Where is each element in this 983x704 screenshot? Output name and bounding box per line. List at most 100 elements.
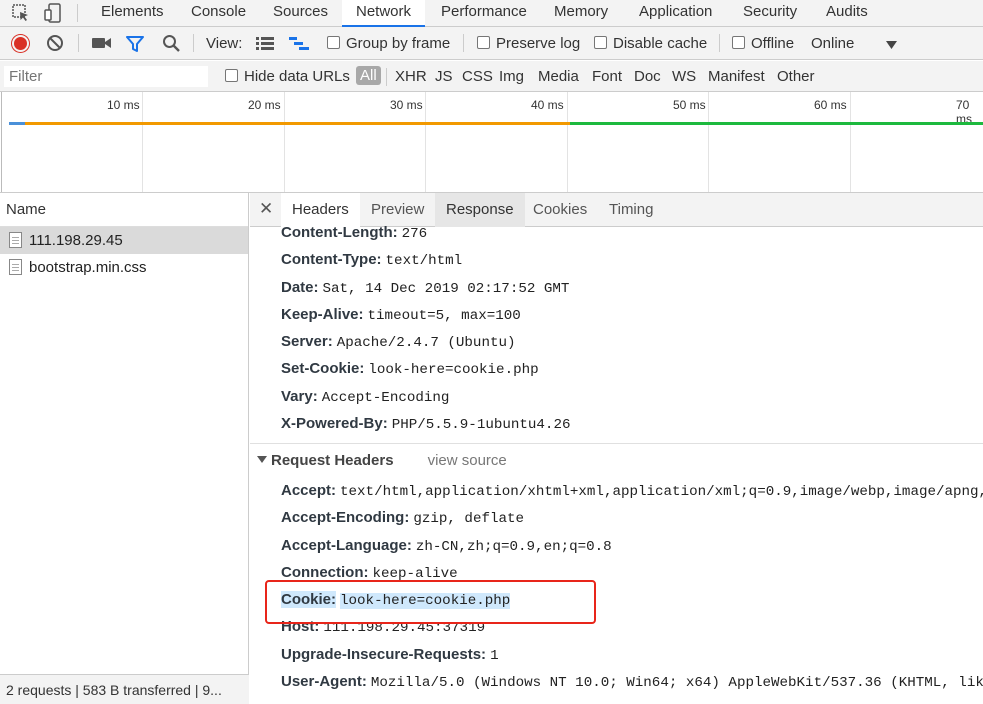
status-bar: 2 requests | 583 B transferred | 9... bbox=[0, 674, 249, 704]
filter-type-img[interactable]: Img bbox=[499, 68, 524, 85]
tab-security[interactable]: Security bbox=[739, 0, 801, 27]
tab-audits[interactable]: Audits bbox=[822, 0, 872, 27]
inspect-element-icon[interactable] bbox=[10, 2, 32, 24]
offline-checkbox[interactable]: Offline bbox=[732, 35, 794, 52]
response-header-row[interactable]: Keep-Alive: timeout=5, max=100 bbox=[281, 306, 521, 330]
timeline-tick: 40 ms bbox=[531, 98, 564, 112]
response-header-row[interactable]: Date: Sat, 14 Dec 2019 02:17:52 GMT bbox=[281, 279, 569, 303]
timeline-tick: 50 ms bbox=[673, 98, 706, 112]
header-name: X-Powered-By: bbox=[281, 415, 388, 432]
response-header-row[interactable]: X-Powered-By: PHP/5.5.9-1ubuntu4.26 bbox=[281, 415, 570, 439]
name-column-header[interactable]: Name bbox=[0, 193, 248, 227]
header-value: gzip, deflate bbox=[413, 511, 525, 527]
request-headers-section-header[interactable]: Request Headers view source bbox=[257, 452, 507, 469]
chevron-down-icon[interactable] bbox=[886, 37, 897, 54]
requests-panel: Name 111.198.29.45 bootstrap.min.css bbox=[0, 193, 249, 704]
request-header-row[interactable]: Upgrade-Insecure-Requests: 1 bbox=[281, 646, 499, 670]
filter-type-ws[interactable]: WS bbox=[672, 68, 696, 85]
search-icon[interactable] bbox=[162, 34, 181, 57]
large-request-rows-icon[interactable] bbox=[256, 37, 274, 54]
request-header-row[interactable]: Accept: text/html,application/xhtml+xml,a… bbox=[281, 482, 983, 506]
header-value: 276 bbox=[401, 226, 428, 242]
divider bbox=[193, 34, 194, 52]
grid-line bbox=[850, 92, 851, 192]
clear-icon[interactable] bbox=[46, 34, 64, 56]
header-name: Accept-Language: bbox=[281, 537, 412, 554]
divider bbox=[77, 4, 78, 22]
waterfall-overview-icon[interactable] bbox=[289, 37, 309, 55]
response-header-row[interactable]: Content-Length: 276 bbox=[281, 224, 427, 248]
filter-type-font[interactable]: Font bbox=[592, 68, 622, 85]
checkbox-box[interactable] bbox=[327, 36, 340, 49]
request-header-row[interactable]: Accept-Language: zh-CN,zh;q=0.9,en;q=0.8 bbox=[281, 537, 612, 561]
close-icon[interactable]: ✕ bbox=[259, 199, 273, 219]
checkbox-box[interactable] bbox=[477, 36, 490, 49]
tab-performance[interactable]: Performance bbox=[437, 0, 531, 27]
request-header-row[interactable]: Accept-Encoding: gzip, deflate bbox=[281, 509, 524, 533]
tab-cookies[interactable]: Cookies bbox=[522, 193, 598, 227]
header-name: Keep-Alive: bbox=[281, 306, 364, 323]
throttling-select[interactable]: Online bbox=[811, 35, 854, 52]
tab-network[interactable]: Network bbox=[342, 0, 426, 27]
preserve-log-label: Preserve log bbox=[496, 35, 581, 52]
checkbox-box[interactable] bbox=[732, 36, 745, 49]
header-name: Date: bbox=[281, 279, 319, 296]
filter-bar: Hide data URLs All XHR JS CSS Img Media … bbox=[0, 61, 983, 92]
timeline-bar-queue bbox=[9, 122, 25, 125]
header-name: User-Agent: bbox=[281, 673, 367, 690]
header-value: timeout=5, max=100 bbox=[367, 308, 521, 324]
tab-response[interactable]: Response bbox=[435, 193, 525, 227]
tab-application[interactable]: Application bbox=[635, 0, 716, 27]
section-divider bbox=[250, 443, 983, 444]
view-source-link[interactable]: view source bbox=[428, 452, 507, 469]
header-value: zh-CN,zh;q=0.9,en;q=0.8 bbox=[415, 539, 612, 555]
preserve-log-checkbox[interactable]: Preserve log bbox=[477, 35, 580, 52]
group-by-frame-checkbox[interactable]: Group by frame bbox=[327, 35, 450, 52]
header-value: Sat, 14 Dec 2019 02:17:52 GMT bbox=[322, 281, 570, 297]
tab-headers[interactable]: Headers bbox=[281, 193, 360, 227]
tab-memory[interactable]: Memory bbox=[550, 0, 612, 27]
tab-elements[interactable]: Elements bbox=[97, 0, 168, 27]
divider bbox=[719, 34, 720, 52]
grid-line bbox=[567, 92, 568, 192]
filter-type-js[interactable]: JS bbox=[435, 68, 453, 85]
request-header-row[interactable]: User-Agent: Mozilla/5.0 (Windows NT 10.0;… bbox=[281, 673, 983, 697]
filter-type-css[interactable]: CSS bbox=[462, 68, 493, 85]
request-row[interactable]: 111.198.29.45 bbox=[0, 227, 248, 254]
filter-type-all[interactable]: All bbox=[356, 66, 381, 85]
header-value: PHP/5.5.9-1ubuntu4.26 bbox=[391, 417, 571, 433]
device-toolbar-icon[interactable] bbox=[43, 2, 65, 24]
timeline-overview[interactable]: 10 ms 20 ms 30 ms 40 ms 50 ms 60 ms 70 m… bbox=[0, 92, 983, 193]
request-row[interactable]: bootstrap.min.css bbox=[0, 254, 248, 281]
response-header-row[interactable]: Server: Apache/2.4.7 (Ubuntu) bbox=[281, 333, 516, 357]
header-name: Accept-Encoding: bbox=[281, 509, 410, 526]
filter-type-xhr[interactable]: XHR bbox=[395, 68, 427, 85]
filter-type-doc[interactable]: Doc bbox=[634, 68, 661, 85]
filter-icon[interactable] bbox=[126, 35, 144, 57]
hide-data-urls-checkbox[interactable]: Hide data URLs bbox=[225, 68, 350, 85]
response-header-row[interactable]: Set-Cookie: look-here=cookie.php bbox=[281, 360, 539, 384]
filter-input[interactable] bbox=[3, 65, 209, 88]
grid-line bbox=[284, 92, 285, 192]
checkbox-box[interactable] bbox=[594, 36, 607, 49]
tab-timing[interactable]: Timing bbox=[598, 193, 664, 227]
filter-type-manifest[interactable]: Manifest bbox=[708, 68, 765, 85]
triangle-down-icon[interactable] bbox=[257, 456, 267, 463]
header-value: look-here=cookie.php bbox=[368, 362, 539, 378]
timeline-tick: 20 ms bbox=[248, 98, 281, 112]
document-icon bbox=[9, 232, 22, 248]
filter-type-media[interactable]: Media bbox=[538, 68, 579, 85]
details-tab-bar: ✕ Headers Preview Response Cookies Timin… bbox=[250, 193, 983, 227]
record-button[interactable] bbox=[12, 35, 29, 52]
checkbox-box[interactable] bbox=[225, 69, 238, 82]
disable-cache-checkbox[interactable]: Disable cache bbox=[594, 35, 707, 52]
header-name: Connection: bbox=[281, 564, 369, 581]
tab-preview[interactable]: Preview bbox=[360, 193, 435, 227]
tab-sources[interactable]: Sources bbox=[269, 0, 332, 27]
capture-screenshots-icon[interactable] bbox=[92, 36, 112, 54]
tab-console[interactable]: Console bbox=[187, 0, 250, 27]
response-header-row[interactable]: Vary: Accept-Encoding bbox=[281, 388, 449, 412]
throttling-value: Online bbox=[811, 35, 855, 52]
filter-type-other[interactable]: Other bbox=[777, 68, 815, 85]
response-header-row[interactable]: Content-Type: text/html bbox=[281, 251, 462, 275]
